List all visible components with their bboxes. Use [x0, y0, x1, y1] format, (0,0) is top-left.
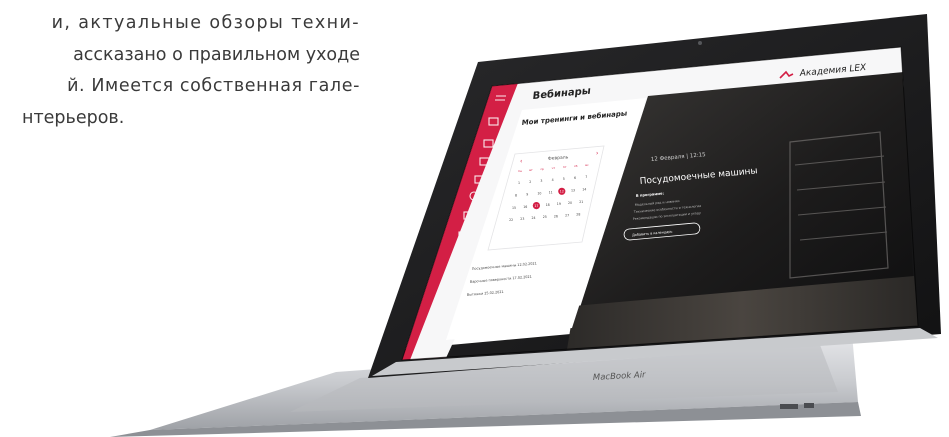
calendar-day[interactable]: 18	[546, 203, 550, 207]
calendar-day[interactable]: 1	[518, 181, 520, 185]
calendar-weekday: сб	[574, 164, 578, 168]
calendar-weekday: ср	[540, 167, 544, 171]
calendar-day[interactable]: 12	[560, 190, 564, 194]
calendar-day[interactable]: 25	[543, 215, 547, 219]
calendar-day[interactable]: 26	[554, 214, 558, 218]
calendar-weekday: вт	[529, 168, 533, 172]
calendar-day[interactable]: 14	[582, 188, 586, 192]
laptop-mockup: MacBook Air Вебинары Академия LEX Мои тр…	[110, 14, 941, 437]
calendar-day[interactable]: 3	[540, 179, 542, 183]
calendar-day[interactable]: 20	[568, 201, 572, 205]
calendar-day[interactable]: 4	[552, 178, 554, 182]
calendar-day[interactable]: 17	[534, 204, 538, 208]
calendar-day[interactable]: 2	[529, 180, 531, 184]
port-2	[804, 403, 814, 408]
calendar-day[interactable]: 15	[512, 206, 516, 210]
calendar-day[interactable]: 23	[520, 217, 524, 221]
calendar-weekday: пт	[563, 165, 567, 169]
webcam-icon	[698, 41, 702, 45]
calendar-day[interactable]: 5	[563, 177, 565, 181]
calendar-day[interactable]: 13	[571, 189, 575, 193]
calendar-weekday: чт	[552, 166, 556, 170]
calendar-day[interactable]: 9	[526, 192, 528, 196]
calendar-day[interactable]: 8	[515, 193, 517, 197]
calendar-day[interactable]: 7	[585, 175, 587, 179]
calendar-day[interactable]: 16	[523, 205, 527, 209]
usb-port	[780, 404, 798, 409]
calendar-day[interactable]: 27	[565, 213, 569, 217]
calendar-day[interactable]: 10	[537, 191, 541, 195]
calendar-day[interactable]: 19	[557, 202, 561, 206]
calendar-day[interactable]: 24	[532, 216, 536, 220]
calendar-day[interactable]: 6	[574, 176, 576, 180]
calendar-day[interactable]: 22	[509, 218, 513, 222]
calendar-weekday: вс	[585, 163, 589, 167]
chevron-right-icon[interactable]: ›	[596, 150, 598, 157]
calendar-day[interactable]: 11	[549, 190, 553, 194]
calendar-weekday: пн	[518, 169, 522, 173]
chevron-left-icon[interactable]: ‹	[520, 158, 522, 165]
calendar-day[interactable]: 28	[576, 212, 580, 216]
calendar-day[interactable]: 21	[579, 200, 583, 204]
